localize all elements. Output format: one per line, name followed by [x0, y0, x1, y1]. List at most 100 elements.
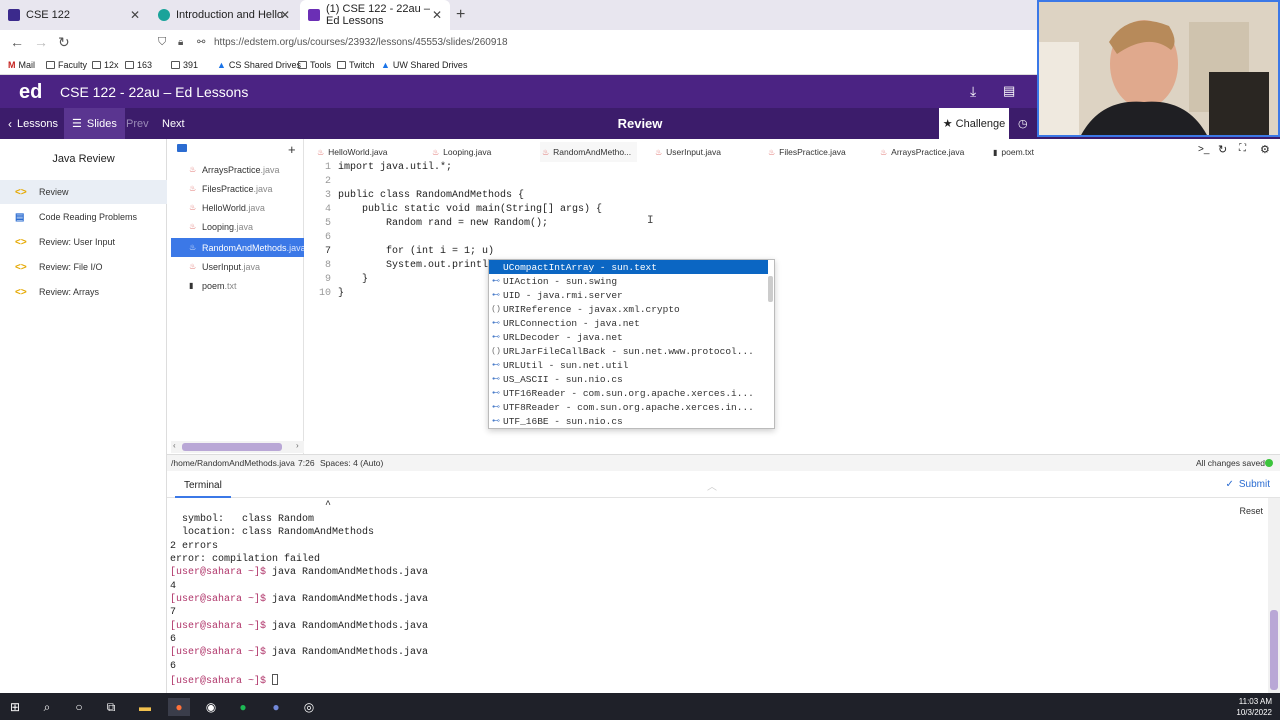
editor-tab[interactable]: ♨ UserInput.java	[655, 142, 721, 162]
terminal-scrollbar[interactable]	[1268, 498, 1280, 693]
file-item[interactable]: ♨ HelloWorld.java	[171, 198, 304, 217]
shield-icon[interactable]: ⛉	[158, 36, 166, 49]
file-item[interactable]: ♨ FilesPractice.java	[171, 179, 304, 198]
autocomplete-scrollbar[interactable]	[768, 276, 773, 302]
challenge-button[interactable]: ★ Challenge	[939, 108, 1009, 139]
autocomplete-item[interactable]: ⊷ UTF_16BE - sun.nio.cs	[489, 414, 768, 428]
cortana-icon[interactable]: ○	[70, 698, 88, 716]
sidebar-item-code-reading[interactable]: ▤ Code Reading Problems	[0, 205, 167, 229]
permissions-icon[interactable]: ⚯	[197, 37, 205, 48]
autocomplete-item[interactable]: ⊷ URLConnection - java.net	[489, 316, 768, 330]
refresh-icon[interactable]: ↻	[1218, 143, 1227, 156]
java-file-icon: ♨	[189, 203, 197, 212]
file-item[interactable]: ♨ Looping.java	[171, 217, 304, 236]
autocomplete-item[interactable]: ⊷ UTF8Reader - com.sun.org.apache.xerces.…	[489, 400, 768, 414]
bookmark-tools[interactable]: Tools	[298, 60, 331, 70]
terminal-icon[interactable]: >_	[1198, 144, 1209, 155]
lessons-button[interactable]: ‹ Lessons	[8, 108, 58, 139]
fullscreen-icon[interactable]: ⛶	[1239, 143, 1246, 154]
file-explorer-icon[interactable]: ▬	[136, 698, 154, 716]
terminal-command-line: [user@sahara ~]$ java RandomAndMethods.j…	[170, 594, 428, 607]
file-item[interactable]: ▮ poem.txt	[171, 276, 304, 295]
bookmark-391[interactable]: 391	[171, 60, 198, 70]
collapse-chevron-icon[interactable]: ︿	[707, 478, 717, 493]
file-item[interactable]: ♨ ArraysPractice.java	[171, 160, 304, 179]
browser-tab-cse122[interactable]: CSE 122 ✕	[0, 0, 148, 30]
spotify-icon[interactable]: ●	[234, 698, 252, 716]
autocomplete-item[interactable]: () URIReference - javax.xml.crypto	[489, 302, 768, 316]
sidebar-item-arrays[interactable]: <> Review: Arrays	[0, 280, 167, 304]
sidebar-item-review[interactable]: <> Review	[0, 180, 167, 204]
editor-tab[interactable]: ♨ FilesPractice.java	[768, 142, 846, 162]
obs-icon[interactable]: ◎	[300, 698, 318, 716]
code-editor[interactable]: 1 import java.util.*; 2 3 public class Ran…	[305, 162, 1280, 442]
autocomplete-item[interactable]: ⊷ UTF16Reader - com.sun.org.apache.xerces…	[489, 386, 768, 400]
editor-tab[interactable]: ▮ poem.txt	[993, 142, 1034, 162]
task-view-icon[interactable]: ⧉	[102, 698, 120, 716]
autocomplete-item[interactable]: ⊷ US_ASCII - sun.nio.cs	[489, 372, 768, 386]
new-tab-button[interactable]: +	[456, 6, 465, 24]
editor-tab[interactable]: ♨ Looping.java	[432, 142, 491, 162]
back-arrow-icon[interactable]: ←	[10, 34, 24, 50]
scroll-left-icon[interactable]: ‹	[173, 441, 176, 450]
bookmark-twitch[interactable]: Twitch	[337, 60, 375, 70]
history-icon[interactable]: ◷	[1018, 117, 1028, 130]
add-file-icon[interactable]: +	[288, 142, 296, 157]
bookmark-12x[interactable]: 12x	[92, 60, 119, 70]
folder-icon[interactable]	[177, 144, 187, 152]
autocomplete-item[interactable]: ⊷ URLUtil - sun.net.util	[489, 358, 768, 372]
scrollbar-thumb[interactable]	[182, 443, 282, 451]
steam-icon[interactable]: ◉	[202, 698, 220, 716]
url-bar[interactable]: https://edstem.org/us/courses/23932/less…	[214, 37, 508, 48]
editor-tab[interactable]: ♨ ArraysPractice.java	[880, 142, 964, 162]
slides-button[interactable]: ☰ Slides	[64, 108, 125, 139]
autocomplete-label: US_ASCII - sun.nio.cs	[503, 373, 623, 385]
sidebar-item-user-input[interactable]: <> Review: User Input	[0, 230, 167, 254]
windows-start-icon[interactable]: ⊞	[6, 698, 24, 716]
discord-icon[interactable]: ●	[267, 698, 285, 716]
close-tab-icon[interactable]: ✕	[130, 8, 140, 22]
close-tab-icon[interactable]: ✕	[280, 8, 290, 22]
class-icon: ⊷	[492, 389, 500, 398]
browser-tab-ed-lessons[interactable]: (1) CSE 122 - 22au – Ed Lessons ✕	[300, 0, 450, 30]
sidebar-item-file-io[interactable]: <> Review: File I/O	[0, 255, 167, 279]
gear-icon[interactable]: ⚙	[1260, 143, 1270, 156]
file-tree-scrollbar[interactable]: ‹ ›	[171, 441, 304, 453]
autocomplete-item-selected[interactable]: UCompactIntArray - sun.text	[489, 260, 768, 274]
forward-arrow-icon[interactable]: →	[34, 34, 48, 50]
firefox-icon[interactable]: ●	[168, 698, 190, 716]
download-icon[interactable]: ⤓	[970, 83, 976, 100]
autocomplete-item[interactable]: ⊷ URLDecoder - java.net	[489, 330, 768, 344]
ed-logo[interactable]: ed	[19, 81, 42, 104]
terminal-tab[interactable]: Terminal	[175, 474, 231, 498]
autocomplete-item[interactable]: ⊷ UIAction - sun.swing	[489, 274, 768, 288]
prev-button[interactable]: Prev	[126, 108, 149, 139]
scroll-right-icon[interactable]: ›	[296, 441, 299, 450]
bookmark-mail[interactable]: M Mail	[8, 60, 35, 70]
autocomplete-item[interactable]: ⊷ UID - java.rmi.server	[489, 288, 768, 302]
submit-button[interactable]: ✓ Submit	[1225, 479, 1270, 490]
system-clock[interactable]: 11:03 AM 10/3/2022	[1236, 696, 1272, 718]
next-button[interactable]: Next	[162, 108, 185, 139]
reload-icon[interactable]: ↻	[58, 34, 70, 51]
chevron-left-icon: ‹	[8, 116, 12, 131]
autocomplete-item[interactable]: () URLJarFileCallBack - sun.net.www.proto…	[489, 344, 768, 358]
search-icon[interactable]: ⌕	[38, 698, 56, 716]
browser-tab-intro[interactable]: Introduction and Hello World! ✕	[150, 0, 298, 30]
file-item[interactable]: ♨ UserInput.java	[171, 257, 304, 276]
terminal-input-line[interactable]: [user@sahara ~]$	[170, 674, 279, 687]
chat-icon[interactable]: ▤	[1003, 83, 1015, 99]
bookmark-uw-shared-drives[interactable]: ▲ UW Shared Drives	[381, 60, 467, 70]
bookmark-faculty[interactable]: Faculty	[46, 60, 87, 70]
indent-setting[interactable]: Spaces: 4 (Auto)	[320, 458, 383, 468]
scrollbar-thumb[interactable]	[1270, 610, 1278, 690]
bookmark-163[interactable]: 163	[125, 60, 152, 70]
editor-tab[interactable]: ♨ HelloWorld.java	[317, 142, 388, 162]
terminal-output[interactable]: ^ symbol: class Random location: class R…	[167, 498, 1267, 693]
editor-tab-active[interactable]: ♨ RandomAndMetho...	[540, 142, 638, 162]
bookmark-cs-shared-drives[interactable]: ▲ CS Shared Drives	[217, 60, 301, 70]
close-tab-icon[interactable]: ✕	[432, 8, 442, 22]
lock-icon[interactable]: 🔒︎	[178, 37, 183, 48]
file-item-selected[interactable]: ♨ RandomAndMethods.java	[171, 238, 304, 257]
terminal-line: error: compilation failed	[170, 554, 321, 565]
